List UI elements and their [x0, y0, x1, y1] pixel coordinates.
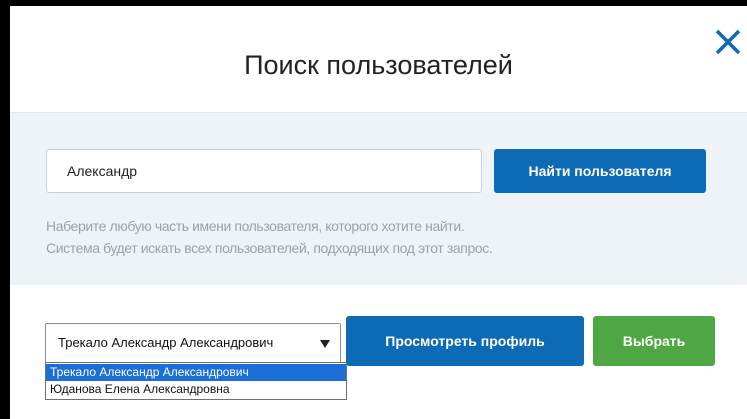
- user-select-dropdown: Трекало Александр Александрович Юданова …: [45, 362, 347, 400]
- results-panel: Трекало Александр Александрович Просмотр…: [10, 285, 747, 419]
- search-hint: Наберите любую часть имени пользователя,…: [46, 215, 686, 259]
- chevron-down-icon: [320, 340, 330, 348]
- hint-line-1: Наберите любую часть имени пользователя,…: [46, 218, 465, 234]
- dropdown-option[interactable]: Юданова Елена Александровна: [46, 381, 346, 398]
- dialog-title: Поиск пользователей: [244, 50, 513, 80]
- find-user-button[interactable]: Найти пользователя: [494, 149, 706, 193]
- user-select[interactable]: Трекало Александр Александрович: [45, 323, 341, 363]
- user-search-dialog: Поиск пользователей Найти пользователя Н…: [10, 6, 747, 419]
- dropdown-option-selected[interactable]: Трекало Александр Александрович: [46, 364, 346, 381]
- search-panel: Найти пользователя Наберите любую часть …: [10, 112, 747, 286]
- search-input[interactable]: [46, 149, 482, 193]
- select-button[interactable]: Выбрать: [593, 316, 715, 366]
- hint-line-2: Система будет искать всех пользователей,…: [46, 240, 493, 256]
- close-icon[interactable]: [708, 22, 747, 62]
- user-select-value: Трекало Александр Александрович: [58, 335, 274, 350]
- view-profile-button[interactable]: Просмотреть профиль: [346, 316, 584, 366]
- dialog-header: Поиск пользователей: [10, 6, 747, 112]
